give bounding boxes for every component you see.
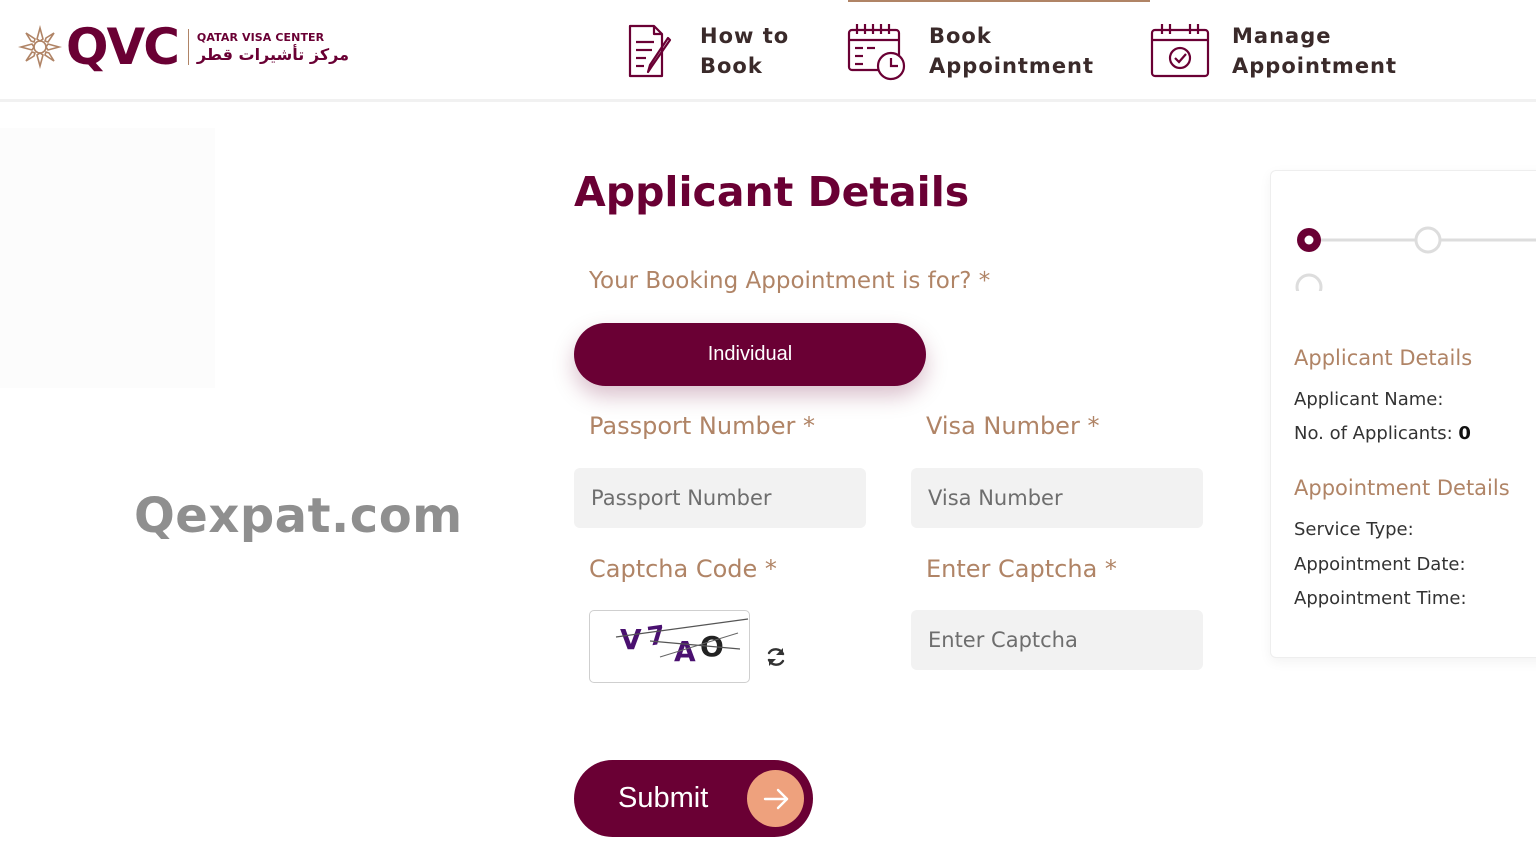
progress-stepper	[1295, 226, 1536, 291]
refresh-icon[interactable]	[764, 645, 788, 669]
manage-appointment-icon	[1150, 24, 1210, 78]
booking-for-label: Your Booking Appointment is for? *	[589, 268, 991, 294]
visa-number-input[interactable]	[911, 468, 1203, 528]
book-appointment-icon	[847, 24, 906, 81]
passport-number-label: Passport Number *	[589, 412, 815, 440]
captcha-image: V 7 A O	[589, 610, 750, 683]
step-2-indicator	[1414, 226, 1442, 254]
enter-captcha-input[interactable]	[911, 610, 1203, 670]
nav-how-to-book[interactable]: How to Book	[616, 20, 880, 82]
nav-book-appointment-line2: Appointment	[929, 54, 1095, 78]
applicant-name-row: Applicant Name:	[1294, 389, 1443, 410]
nav-manage-appointment-line2: Appointment	[1232, 54, 1398, 78]
how-to-book-icon	[628, 24, 672, 78]
qvc-logo[interactable]: QVC QATAR VISA CENTER مركز تأشيرات قطر	[18, 22, 349, 72]
captcha-noise-line	[659, 632, 739, 658]
visa-number-label: Visa Number *	[926, 412, 1100, 440]
appointment-time-label: Appointment Time:	[1294, 588, 1467, 609]
summary-applicant-heading: Applicant Details	[1294, 346, 1473, 370]
left-panel	[0, 128, 215, 388]
nav-manage-appointment-label: Manage Appointment	[1232, 21, 1412, 81]
captcha-graphic: V 7 A O	[615, 618, 749, 668]
individual-button[interactable]: Individual	[574, 323, 926, 386]
step-3-indicator	[1295, 273, 1323, 291]
appointment-date-label: Appointment Date:	[1294, 554, 1466, 575]
step-1-dot	[1304, 235, 1314, 245]
brand-subtitle: QATAR VISA CENTER مركز تأشيرات قطر	[197, 31, 349, 64]
booking-summary-card: Applicant Details Applicant Name: No. of…	[1270, 170, 1536, 658]
num-applicants-row: No. of Applicants: 0	[1294, 423, 1471, 444]
watermark-text: Qexpat.com	[134, 488, 463, 544]
nav-active-indicator	[848, 0, 1150, 2]
nav-book-appointment-line1: Book	[929, 24, 992, 48]
service-type-label: Service Type:	[1294, 519, 1414, 540]
num-applicants-label: No. of Applicants:	[1294, 423, 1453, 444]
arrow-right-icon	[747, 770, 804, 827]
nav-manage-appointment[interactable]: Manage Appointment	[1148, 20, 1412, 82]
submit-label: Submit	[618, 782, 709, 814]
brand-subtitle-ar: مركز تأشيرات قطر	[196, 44, 349, 64]
page-title: Applicant Details	[574, 168, 970, 216]
captcha-code-label: Captcha Code *	[589, 555, 777, 583]
brand-name: QVC	[66, 18, 180, 76]
applicant-name-label: Applicant Name:	[1294, 389, 1444, 410]
logo-divider	[187, 29, 189, 65]
site-header: QVC QATAR VISA CENTER مركز تأشيرات قطر H…	[0, 0, 1536, 102]
enter-captcha-label: Enter Captcha *	[926, 555, 1117, 583]
nav-book-appointment-label: Book Appointment	[929, 21, 1109, 81]
qvc-emblem-icon	[18, 25, 62, 69]
submit-button[interactable]: Submit	[574, 760, 813, 837]
captcha-char-2: 7	[645, 621, 667, 653]
nav-book-appointment[interactable]: Book Appointment	[845, 20, 1109, 82]
brand-subtitle-en: QATAR VISA CENTER	[196, 30, 325, 44]
captcha-char-1: V	[620, 623, 642, 656]
num-applicants-value: 0	[1458, 423, 1471, 444]
nav-manage-appointment-line1: Manage	[1232, 24, 1332, 48]
passport-number-input[interactable]	[574, 468, 866, 528]
summary-appointment-heading: Appointment Details	[1294, 476, 1510, 500]
